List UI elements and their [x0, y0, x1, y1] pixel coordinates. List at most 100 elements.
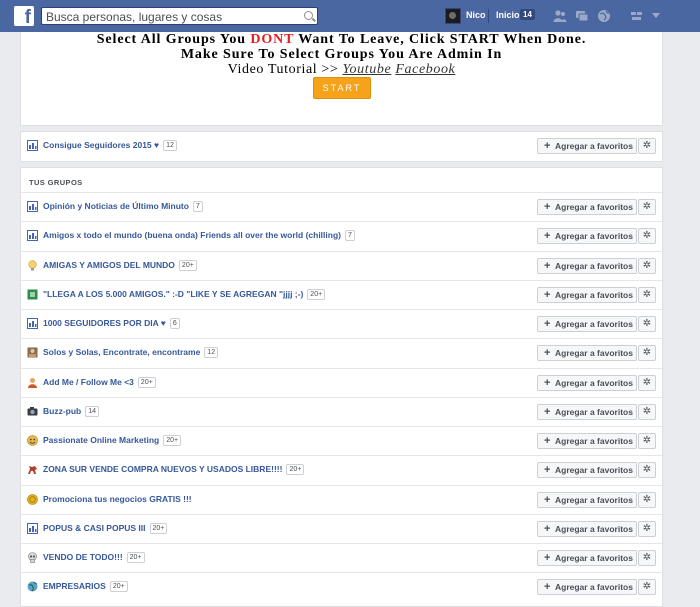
add-to-favorites-button[interactable]: + Agregar a favoritos [537, 138, 637, 154]
group-name-link[interactable]: EMPRESARIOS 20+ [43, 580, 128, 593]
gear-icon[interactable]: ✲ [638, 138, 656, 154]
group-icon [27, 140, 38, 151]
gear-icon[interactable]: ✲ [638, 345, 656, 362]
gear-icon[interactable]: ✲ [638, 228, 656, 245]
add-to-favorites-button[interactable]: + Agregar a favoritos [537, 579, 637, 596]
lightbulb-icon [28, 259, 37, 270]
add-to-favorites-button[interactable]: + Agregar a favoritos [537, 257, 637, 274]
group-count-badge: 20+ [307, 288, 326, 300]
gear-icon[interactable]: ✲ [638, 286, 656, 303]
profile-name-link[interactable]: Nico [466, 10, 486, 20]
list-item: Buzz-pub 14 + Agregar a favoritos ✲ [21, 396, 662, 426]
plus-icon: + [544, 464, 551, 477]
privacy-shortcuts-icon[interactable] [630, 9, 644, 23]
group-name-link[interactable]: Consigue Seguidores 2015 ♥ 12 [43, 139, 177, 151]
gear-icon[interactable]: ✲ [638, 520, 656, 537]
group-name-link[interactable]: AMIGAS Y AMIGOS DEL MUNDO 20+ [43, 259, 197, 271]
add-to-favorites-button[interactable]: + Agregar a favoritos [537, 345, 637, 362]
add-to-favorites-button[interactable]: + Agregar a favoritos [537, 462, 637, 479]
gear-icon[interactable]: ✲ [638, 550, 656, 566]
nav-divider [488, 9, 489, 23]
group-count-badge: 12 [163, 140, 177, 151]
list-item: AMIGAS Y AMIGOS DEL MUNDO 20+ + Agregar a f… [21, 250, 662, 280]
account-menu-chevron-icon[interactable] [652, 13, 660, 18]
group-name-link[interactable]: Amigos x todo el mundo (buena onda) Frie… [43, 229, 355, 242]
list-item: "LLEGA A LOS 5.000 AMIGOS." :-D "LIKE Y … [21, 279, 662, 309]
group-name-link[interactable]: Add Me / Follow Me <3 20+ [43, 376, 156, 388]
search-icon[interactable] [304, 11, 313, 20]
instruction-line-1: Select All Groups You DONT Want To Leave… [96, 32, 587, 47]
group-name-link[interactable]: ZONA SUR VENDE COMPRA NUEVOS Y USADOS LI… [43, 463, 305, 476]
leave-groups-instructions-panel: Select All Groups You DONT Want To Leave… [20, 32, 663, 126]
group-count-badge: 7 [192, 201, 203, 212]
gear-icon[interactable]: ✲ [638, 491, 656, 508]
home-link[interactable]: Inicio [496, 10, 520, 20]
list-item: Solos y Solas, Encontrate, encontrame 12 +… [21, 338, 662, 367]
add-to-favorites-button[interactable]: + Agregar a favoritos [537, 316, 637, 332]
group-name-link[interactable]: Solos y Solas, Encontrate, encontrame 12 [43, 346, 219, 359]
youtube-link[interactable]: Youtube [342, 62, 391, 77]
plus-icon: + [544, 318, 551, 330]
group-name-link[interactable]: Promociona tus negocios GRATIS !!! [43, 493, 192, 505]
gear-icon[interactable]: ✲ [638, 579, 656, 596]
add-to-favorites-button[interactable]: + Agregar a favoritos [537, 199, 637, 215]
gear-icon[interactable]: ✲ [638, 433, 656, 449]
avatar[interactable] [445, 8, 461, 24]
list-item: Add Me / Follow Me <3 20+ + Agregar a favor… [21, 367, 662, 397]
add-to-favorites-button[interactable]: + Agregar a favoritos [537, 286, 637, 303]
start-button[interactable]: START [313, 77, 371, 99]
group-icon [27, 201, 38, 212]
facebook-logo[interactable]: f [14, 6, 34, 28]
home-count-badge: 14 [520, 9, 535, 20]
messages-icon[interactable] [575, 9, 589, 23]
add-to-favorites-button[interactable]: + Agregar a favoritos [537, 550, 637, 566]
plus-icon: + [544, 552, 551, 564]
search-box[interactable] [41, 7, 318, 25]
smiley-icon [27, 435, 38, 446]
search-input[interactable] [46, 9, 296, 24]
list-item: 1000 SEGUIDORES POR DIA ♥ 6 + Agregar a fav… [21, 309, 662, 338]
group-count-badge: 20+ [137, 376, 156, 388]
friend-requests-icon[interactable] [553, 9, 567, 23]
your-groups-panel: TUS GRUPOS Opinión y Noticias de Último … [20, 167, 663, 607]
group-name-link[interactable]: Passionate Online Marketing 20+ [43, 434, 182, 446]
green-square-icon [27, 289, 38, 300]
list-item: Promociona tus negocios GRATIS !!! + Agreg… [21, 484, 662, 514]
group-name-link[interactable]: "LLEGA A LOS 5.000 AMIGOS." :-D "LIKE Y … [43, 288, 326, 300]
plus-icon: + [544, 201, 551, 213]
add-to-favorites-button[interactable]: + Agregar a favoritos [537, 403, 637, 420]
add-to-favorites-button[interactable]: + Agregar a favoritos [537, 491, 637, 508]
facebook-link[interactable]: Facebook [395, 62, 455, 77]
gear-icon[interactable]: ✲ [638, 374, 656, 391]
gear-icon[interactable]: ✲ [638, 316, 656, 332]
group-icon [27, 318, 38, 329]
group-name-link[interactable]: VENDO DE TODO!!! 20+ [43, 551, 145, 563]
plus-icon: + [544, 581, 551, 594]
group-count-badge: 20+ [163, 435, 182, 446]
notifications-globe-icon[interactable] [597, 9, 611, 23]
gear-icon[interactable]: ✲ [638, 199, 656, 215]
plus-icon: + [544, 405, 551, 418]
list-item: POPUS & CASI POPUS III 20+ + Agregar a favo… [21, 513, 662, 543]
group-name-link[interactable]: Opinión y Noticias de Último Minuto 7 [43, 200, 203, 212]
list-item: Consigue Seguidores 2015 ♥ 12 + Agregar a … [21, 132, 662, 161]
group-icon [27, 230, 38, 242]
plus-icon: + [544, 347, 551, 360]
group-count-badge: 20+ [126, 552, 145, 563]
group-name-link[interactable]: Buzz-pub 14 [43, 405, 100, 417]
plus-icon: + [544, 435, 551, 447]
group-name-link[interactable]: 1000 SEGUIDORES POR DIA ♥ 6 [43, 317, 180, 329]
gear-icon[interactable]: ✲ [638, 462, 656, 479]
add-to-favorites-button[interactable]: + Agregar a favoritos [537, 374, 637, 391]
add-to-favorites-button[interactable]: + Agregar a favoritos [537, 433, 637, 449]
list-item: EMPRESARIOS 20+ + Agregar a favoritos ✲ [21, 572, 662, 601]
plus-icon: + [544, 140, 551, 152]
gear-icon[interactable]: ✲ [638, 257, 656, 274]
add-to-favorites-button[interactable]: + Agregar a favoritos [537, 520, 637, 537]
list-item: VENDO DE TODO!!! 20+ + Agregar a favoritos ✲ [21, 543, 662, 572]
group-name-link[interactable]: POPUS & CASI POPUS III 20+ [43, 522, 168, 534]
add-to-favorites-button[interactable]: + Agregar a favoritos [537, 228, 637, 245]
photo-icon [27, 347, 38, 358]
pinned-groups-panel: Consigue Seguidores 2015 ♥ 12 + Agregar a … [20, 131, 663, 162]
gear-icon[interactable]: ✲ [638, 403, 656, 420]
